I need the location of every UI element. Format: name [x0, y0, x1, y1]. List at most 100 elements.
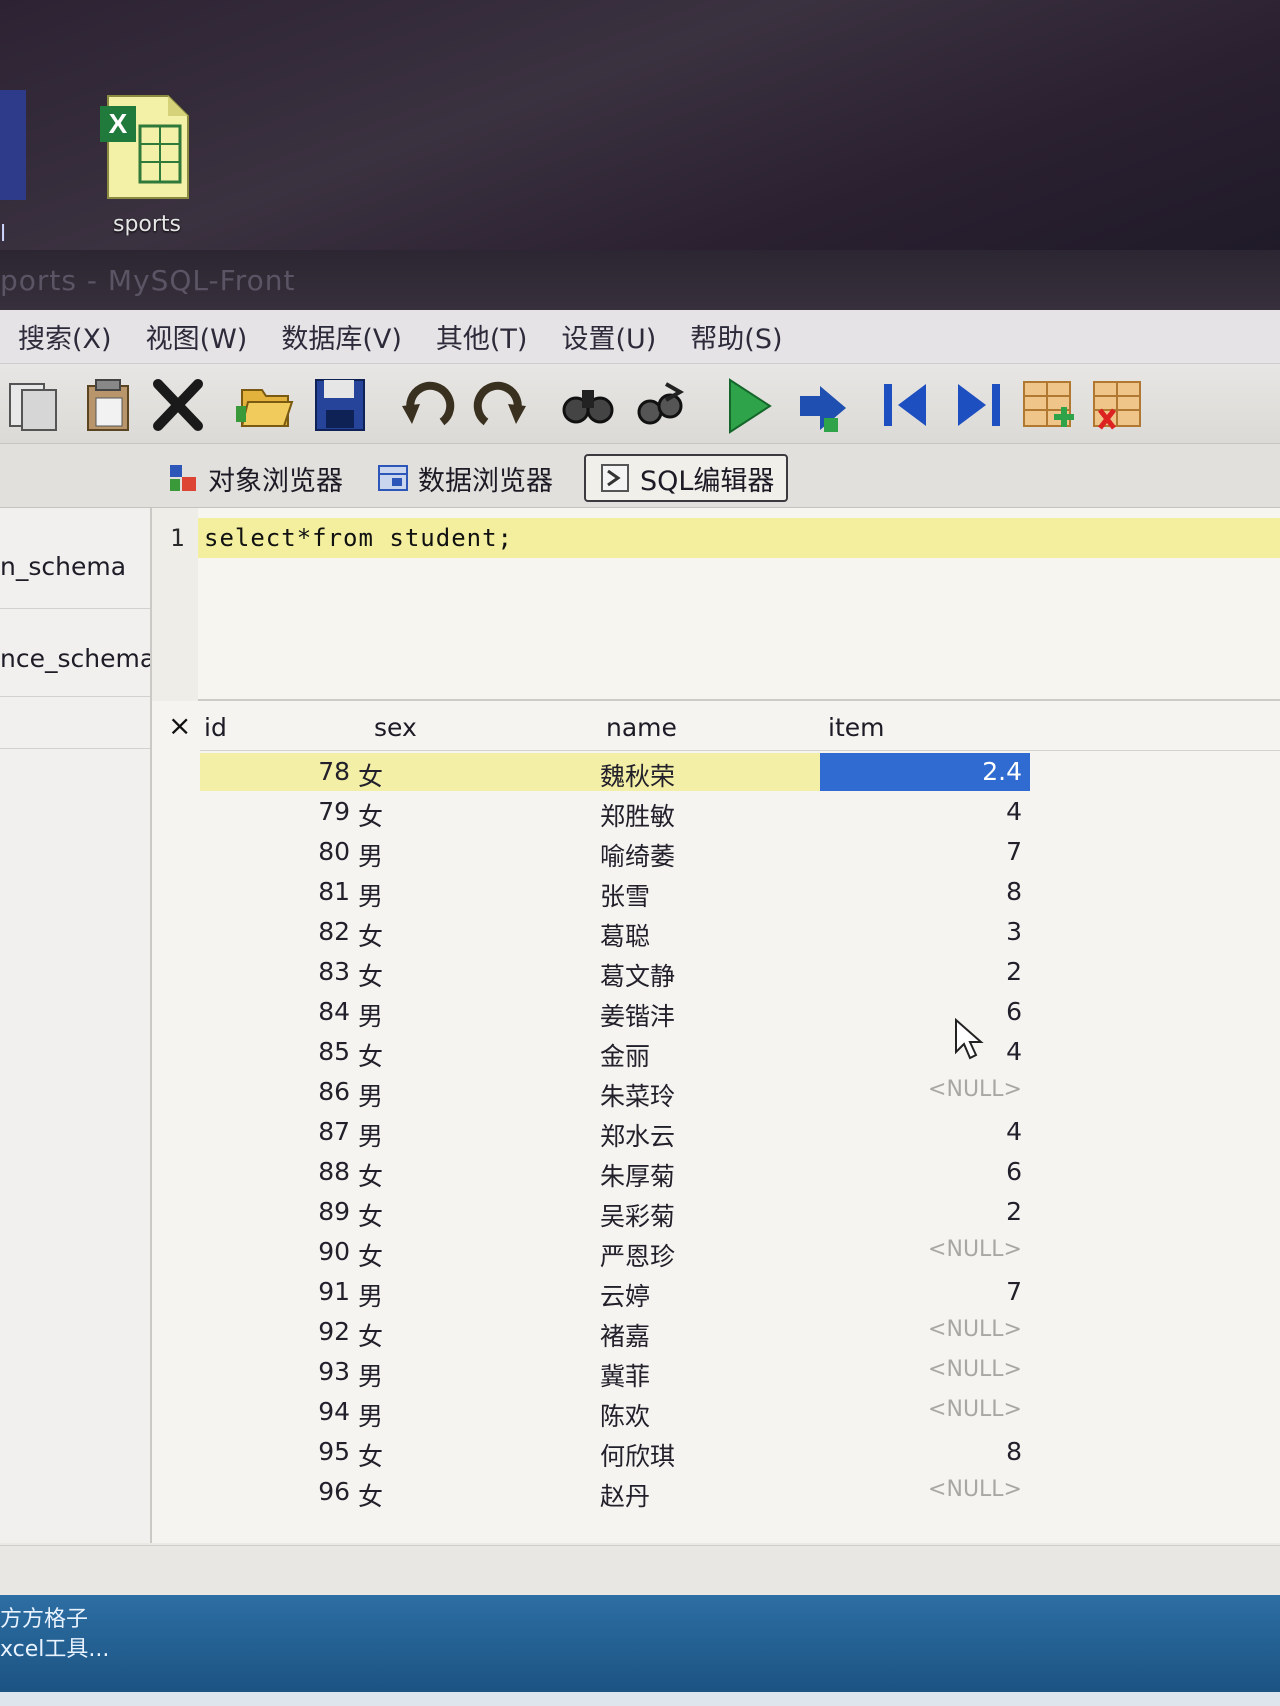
table-row[interactable]: 84 男 姜锴沣 6 [200, 991, 1280, 1032]
cell-sex[interactable]: 女 [358, 1477, 398, 1513]
table-row[interactable]: 90 女 严恩珍 <NULL> [200, 1231, 1280, 1272]
copy-icon[interactable] [4, 376, 64, 434]
cell-name[interactable]: 赵丹 [600, 1477, 800, 1513]
table-row[interactable]: 93 男 冀菲 <NULL> [200, 1351, 1280, 1392]
cell-id[interactable]: 83 [200, 957, 350, 986]
table-row[interactable]: 89 女 吴彩菊 2 [200, 1191, 1280, 1232]
cell-id[interactable]: 79 [200, 797, 350, 826]
cell-sex[interactable]: 女 [358, 1197, 398, 1233]
run-icon[interactable] [718, 376, 778, 434]
table-row[interactable]: 96 女 赵丹 <NULL> [200, 1471, 1280, 1512]
cell-name[interactable]: 朱菜玲 [600, 1077, 800, 1113]
cell-name[interactable]: 何欣琪 [600, 1437, 800, 1473]
cell-id[interactable]: 78 [200, 757, 350, 786]
column-header-id[interactable]: id [204, 713, 227, 742]
cell-item[interactable]: 8 [820, 877, 1030, 906]
cell-item[interactable]: <NULL> [820, 1317, 1030, 1342]
cell-item[interactable]: <NULL> [820, 1477, 1030, 1502]
menu-database[interactable]: 数据库(V) [281, 317, 402, 356]
cell-sex[interactable]: 女 [358, 1437, 398, 1473]
sql-code-line[interactable]: select*from student; [204, 524, 513, 552]
cell-id[interactable]: 87 [200, 1117, 350, 1146]
table-row[interactable]: 91 男 云婷 7 [200, 1271, 1280, 1312]
cell-item[interactable]: 6 [820, 997, 1030, 1026]
cell-name[interactable]: 褚嘉 [600, 1317, 800, 1353]
cell-item[interactable]: <NULL> [820, 1237, 1030, 1262]
table-row[interactable]: 85 女 金丽 4 [200, 1031, 1280, 1072]
cell-item[interactable]: <NULL> [820, 1077, 1030, 1102]
title-bar[interactable]: ports - MySQL-Front [0, 250, 1280, 310]
find-icon[interactable] [558, 376, 618, 434]
menu-settings[interactable]: 设置(U) [561, 317, 656, 356]
cell-name[interactable]: 云婷 [600, 1277, 800, 1313]
table-row[interactable]: 94 男 陈欢 <NULL> [200, 1391, 1280, 1432]
table-row[interactable]: 95 女 何欣琪 8 [200, 1431, 1280, 1472]
tab-data-browser[interactable]: 数据浏览器 [376, 454, 553, 502]
menu-help[interactable]: 帮助(S) [690, 317, 782, 356]
cell-sex[interactable]: 女 [358, 957, 398, 993]
menu-search[interactable]: 搜索(X) [18, 317, 112, 356]
table-row[interactable]: 83 女 葛文静 2 [200, 951, 1280, 992]
cell-sex[interactable]: 男 [358, 877, 398, 913]
table-row[interactable]: 79 女 郑胜敏 4 [200, 791, 1280, 832]
cell-id[interactable]: 93 [200, 1357, 350, 1386]
cell-name[interactable]: 郑胜敏 [600, 797, 800, 833]
menu-other[interactable]: 其他(T) [436, 317, 528, 356]
cell-item[interactable]: 3 [820, 917, 1030, 946]
replace-icon[interactable] [630, 376, 690, 434]
cell-id[interactable]: 82 [200, 917, 350, 946]
cell-name[interactable]: 葛聪 [600, 917, 800, 953]
cell-id[interactable]: 88 [200, 1157, 350, 1186]
cell-sex[interactable]: 女 [358, 797, 398, 833]
save-icon[interactable] [310, 376, 370, 434]
taskbar-item-label[interactable]: 方方格子 [0, 1601, 88, 1633]
column-header-sex[interactable]: sex [374, 713, 417, 742]
cell-sex[interactable]: 男 [358, 1077, 398, 1113]
cell-id[interactable]: 86 [200, 1077, 350, 1106]
cell-sex[interactable]: 男 [358, 1277, 398, 1313]
cell-item[interactable]: <NULL> [820, 1357, 1030, 1382]
table-row[interactable]: 81 男 张雪 8 [200, 871, 1280, 912]
cell-item[interactable]: 4 [820, 1117, 1030, 1146]
table-row[interactable]: 82 女 葛聪 3 [200, 911, 1280, 952]
desktop-partial-icon[interactable] [0, 90, 26, 200]
cell-sex[interactable]: 女 [358, 1157, 398, 1193]
cell-id[interactable]: 80 [200, 837, 350, 866]
cell-sex[interactable]: 男 [358, 997, 398, 1033]
undo-icon[interactable] [398, 376, 458, 434]
cell-name[interactable]: 金丽 [600, 1037, 800, 1073]
cell-item[interactable]: 6 [820, 1157, 1030, 1186]
cell-id[interactable]: 85 [200, 1037, 350, 1066]
redo-icon[interactable] [470, 376, 530, 434]
cell-name[interactable]: 魏秋荣 [600, 757, 800, 793]
sql-editor[interactable]: 1 select*from student; [152, 508, 1280, 701]
delete-icon[interactable] [148, 376, 208, 434]
close-result-button[interactable]: × [168, 709, 191, 742]
cell-sex[interactable]: 女 [358, 1317, 398, 1353]
paste-icon[interactable] [78, 376, 138, 434]
cell-item[interactable]: <NULL> [820, 1397, 1030, 1422]
cell-item[interactable]: 7 [820, 1277, 1030, 1306]
table-row[interactable]: 78 女 魏秋荣 2.4 [200, 751, 1280, 792]
cell-id[interactable]: 89 [200, 1197, 350, 1226]
cell-item[interactable]: 2 [820, 957, 1030, 986]
cell-name[interactable]: 张雪 [600, 877, 800, 913]
table-row[interactable]: 86 男 朱菜玲 <NULL> [200, 1071, 1280, 1112]
desktop-icon-sports[interactable]: X sports [92, 92, 202, 242]
menu-view[interactable]: 视图(W) [146, 317, 248, 356]
cell-name[interactable]: 朱厚菊 [600, 1157, 800, 1193]
last-record-icon[interactable] [948, 376, 1008, 434]
cell-item[interactable]: 2.4 [820, 753, 1030, 791]
cell-name[interactable]: 葛文静 [600, 957, 800, 993]
cell-name[interactable]: 姜锴沣 [600, 997, 800, 1033]
table-row[interactable]: 88 女 朱厚菊 6 [200, 1151, 1280, 1192]
tree-item-schema-2[interactable]: nce_schema [0, 644, 150, 673]
column-header-name[interactable]: name [606, 713, 677, 742]
tab-object-browser[interactable]: 对象浏览器 [166, 454, 343, 502]
cell-name[interactable]: 喻绮萎 [600, 837, 800, 873]
cell-item[interactable]: 4 [820, 1037, 1030, 1066]
insert-record-icon[interactable] [1020, 376, 1080, 434]
cell-id[interactable]: 96 [200, 1477, 350, 1506]
cell-id[interactable]: 91 [200, 1277, 350, 1306]
cell-id[interactable]: 84 [200, 997, 350, 1026]
